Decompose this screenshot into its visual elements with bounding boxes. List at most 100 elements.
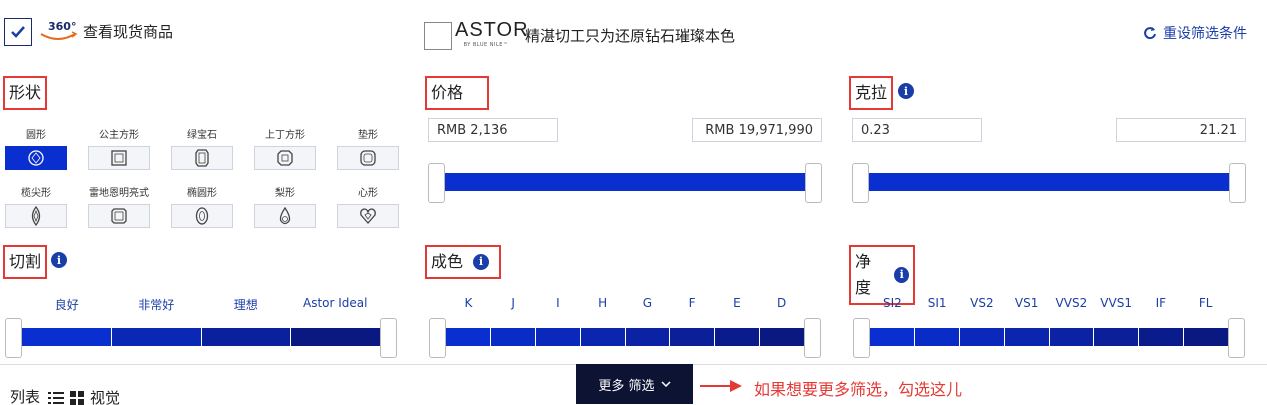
- shape-label: 公主方形: [99, 130, 139, 141]
- price-max-input[interactable]: RMB 19,971,990: [692, 118, 822, 142]
- shape-option-pear[interactable]: [254, 204, 316, 228]
- refresh-icon: [1144, 27, 1156, 40]
- marquise-icon: [31, 206, 41, 226]
- shape-option-emerald[interactable]: [171, 146, 233, 170]
- cut-segment[interactable]: [201, 328, 292, 346]
- color-segment[interactable]: [535, 328, 581, 346]
- color-tick: J: [511, 296, 515, 310]
- cut-tick: 良好: [54, 298, 79, 312]
- astor-checkbox[interactable]: [424, 22, 452, 50]
- clarity-tick: VVS1: [1100, 296, 1132, 310]
- clarity-segment[interactable]: [1094, 328, 1140, 346]
- cut-segment[interactable]: [22, 328, 112, 346]
- princess-icon: [111, 150, 127, 166]
- cut-max-handle[interactable]: [380, 318, 397, 358]
- shape-option-heart[interactable]: [337, 204, 399, 228]
- clarity-tick: IF: [1155, 296, 1167, 310]
- list-label: 列表: [10, 388, 41, 405]
- carat-info-icon[interactable]: i: [898, 83, 914, 99]
- clarity-tick: VS2: [970, 296, 994, 310]
- clarity-segment[interactable]: [1004, 328, 1050, 346]
- color-max-handle[interactable]: [804, 318, 821, 358]
- pear-icon: [279, 206, 291, 225]
- price-min-handle[interactable]: [428, 163, 445, 203]
- shape-option-asscher[interactable]: [254, 146, 316, 170]
- color-tick: K: [464, 296, 473, 310]
- list-icon[interactable]: [48, 391, 65, 405]
- cut-min-handle[interactable]: [5, 318, 22, 358]
- clarity-tick: SI1: [927, 296, 947, 310]
- astor-label: 精湛切工只为还原钻石璀璨本色: [525, 27, 736, 45]
- price-title: 价格: [425, 76, 489, 110]
- cut-tick: 非常好: [138, 298, 175, 312]
- grid-icon[interactable]: [70, 390, 85, 405]
- clarity-min-handle[interactable]: [853, 318, 870, 358]
- list-view-button[interactable]: 列表: [8, 386, 42, 405]
- clarity-segment[interactable]: [1139, 328, 1185, 346]
- more-filters-label: 更多 筛选: [598, 378, 655, 394]
- more-filters-button[interactable]: 更多 筛选: [576, 364, 693, 404]
- clarity-segment[interactable]: [1049, 328, 1095, 346]
- shape-option-round[interactable]: [5, 146, 67, 170]
- carat-range-bar: [869, 173, 1229, 191]
- reset-label: 重设筛选条件: [1163, 26, 1247, 42]
- cut-segment[interactable]: [291, 328, 380, 346]
- color-info-icon[interactable]: i: [473, 254, 490, 270]
- color-tick: I: [556, 296, 560, 310]
- clarity-tick: VVS2: [1055, 296, 1088, 310]
- color-segment[interactable]: [446, 328, 491, 346]
- shape-label: 上丁方形: [265, 130, 305, 141]
- clarity-segment[interactable]: [914, 328, 960, 346]
- cut-tick: Astor Ideal: [303, 296, 368, 310]
- cut-segment[interactable]: [111, 328, 202, 346]
- carat-max-input[interactable]: 21.21: [1116, 118, 1246, 142]
- color-tick: H: [598, 296, 608, 310]
- instock-label: 查看现货商品: [83, 23, 174, 41]
- shape-option-marquise[interactable]: [5, 204, 67, 228]
- badge-360-text: 360°: [48, 20, 77, 33]
- checkmark-icon: [11, 26, 25, 38]
- cut-tick: 理想: [233, 298, 258, 312]
- clarity-info-icon[interactable]: i: [894, 267, 909, 283]
- color-segment[interactable]: [490, 328, 536, 346]
- astor-sub: BY BLUE NILE™: [463, 42, 509, 48]
- carat-min-handle[interactable]: [852, 163, 869, 203]
- shape-label: 圆形: [26, 130, 46, 141]
- color-segment[interactable]: [715, 328, 761, 346]
- price-max-handle[interactable]: [805, 163, 822, 203]
- carat-max-handle[interactable]: [1229, 163, 1246, 203]
- visual-label[interactable]: 视觉: [90, 387, 120, 405]
- shape-label: 梨形: [275, 188, 295, 199]
- price-min-input[interactable]: RMB 2,136: [428, 118, 558, 142]
- shape-option-cushion[interactable]: [337, 146, 399, 170]
- color-segment[interactable]: [670, 328, 716, 346]
- color-tick: E: [733, 296, 741, 310]
- 360-badge-icon: 360°: [38, 20, 78, 42]
- color-segment[interactable]: [625, 328, 671, 346]
- cut-info-icon[interactable]: i: [51, 252, 67, 268]
- heart-icon: [360, 208, 376, 224]
- color-min-handle[interactable]: [429, 318, 446, 358]
- cut-title: 切割: [3, 245, 48, 279]
- radiant-icon: [111, 208, 127, 224]
- reset-filters-button[interactable]: 重设筛选条件: [1143, 23, 1247, 43]
- shape-title: 形状: [3, 76, 48, 110]
- instock-checkbox[interactable]: [4, 18, 32, 46]
- color-segment[interactable]: [760, 328, 804, 346]
- color-tick: D: [777, 296, 787, 310]
- color-segment[interactable]: [580, 328, 626, 346]
- shape-label: 绿宝石: [187, 130, 217, 141]
- clarity-max-handle[interactable]: [1228, 318, 1245, 358]
- carat-min-input[interactable]: 0.23: [852, 118, 982, 142]
- shape-option-princess[interactable]: [88, 146, 150, 170]
- clarity-range-bar: [870, 328, 1228, 346]
- shape-option-radiant[interactable]: [88, 204, 150, 228]
- clarity-segment[interactable]: [870, 328, 915, 346]
- asscher-icon: [277, 150, 293, 166]
- clarity-segment[interactable]: [1184, 328, 1228, 346]
- shape-option-oval[interactable]: [171, 204, 233, 228]
- cut-ticks: 良好 非常好 理想 Astor Ideal: [22, 296, 380, 313]
- carat-title: 克拉: [849, 76, 894, 110]
- annotation-arrow-icon: [700, 380, 742, 392]
- clarity-segment[interactable]: [959, 328, 1005, 346]
